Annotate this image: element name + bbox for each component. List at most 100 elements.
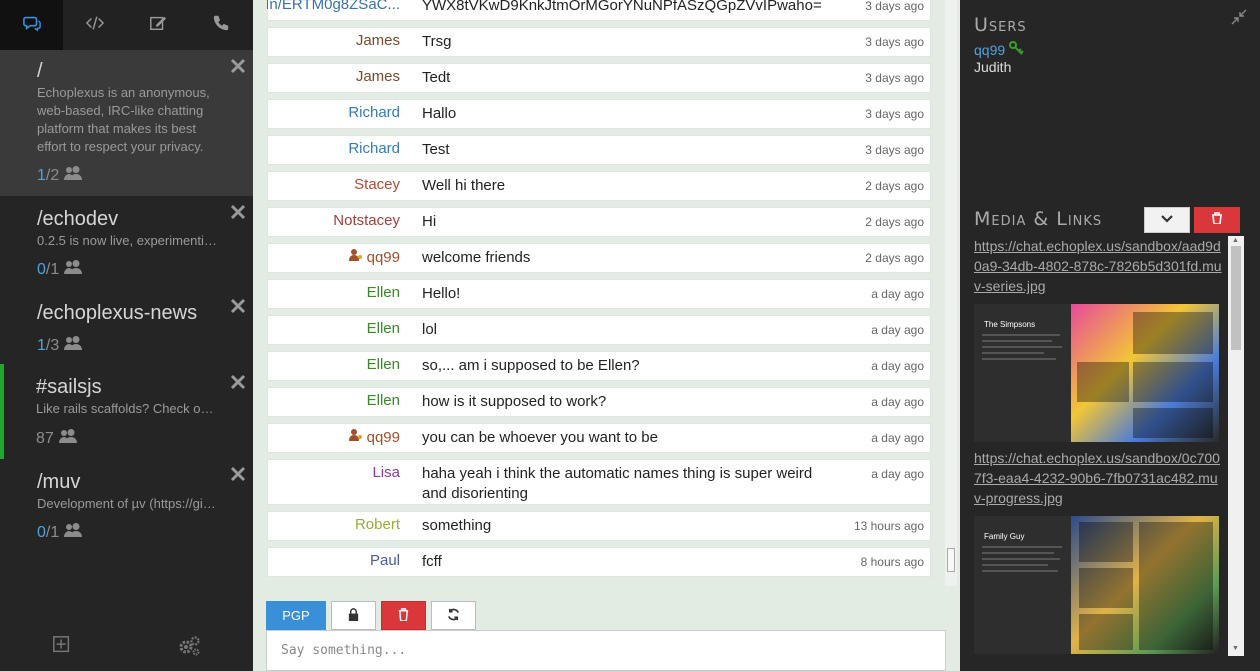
message-nick[interactable]: Ellen bbox=[367, 356, 400, 373]
message-row: qq99 welcome friends 2 days ago bbox=[267, 243, 931, 273]
lock-button[interactable] bbox=[331, 601, 376, 630]
user-item[interactable]: Judith bbox=[974, 59, 1011, 75]
channel-name: / bbox=[37, 60, 43, 82]
close-icon[interactable] bbox=[229, 373, 247, 391]
close-icon[interactable] bbox=[229, 465, 247, 483]
key-icon bbox=[1009, 41, 1025, 58]
media-link[interactable]: https://chat.echoplex.us/sandbox/0c7007f… bbox=[974, 448, 1222, 508]
refresh-button[interactable] bbox=[431, 601, 476, 630]
collapse-icon[interactable] bbox=[1231, 9, 1247, 25]
edit-icon bbox=[149, 14, 167, 37]
channel-sidebar: / Echoplexus is an anonymous, web-based,… bbox=[0, 0, 253, 671]
clear-button[interactable] bbox=[381, 601, 426, 630]
users-icon bbox=[58, 429, 77, 448]
media-thumbnail[interactable]: The Simpsons bbox=[974, 304, 1219, 442]
phone-icon bbox=[212, 14, 230, 37]
nav-edit-button[interactable] bbox=[126, 0, 189, 50]
message-timestamp: a day ago bbox=[871, 287, 924, 301]
channel-item-echodev[interactable]: /echodev 0.2.5 is now live, experimentin… bbox=[0, 196, 253, 284]
message-text: Hallo bbox=[422, 105, 457, 122]
message-nick[interactable]: Robert bbox=[355, 516, 400, 533]
channel-user-count: 1/3 bbox=[37, 336, 83, 355]
channel-item-sailsjs[interactable]: #sailsjs Like rails scaffolds? Check out… bbox=[0, 364, 253, 459]
message-text: Hi bbox=[422, 213, 437, 230]
message-text: Trsg bbox=[422, 33, 452, 50]
channel-user-count: 87 bbox=[36, 429, 77, 448]
message-input[interactable]: Say something... bbox=[266, 630, 946, 671]
users-title: Users bbox=[974, 14, 1027, 36]
close-icon[interactable] bbox=[229, 203, 247, 221]
media-toggle-button[interactable] bbox=[1144, 207, 1190, 233]
message-timestamp: 3 days ago bbox=[865, 107, 924, 121]
users-icon bbox=[64, 166, 83, 185]
message-nick[interactable]: Stacey bbox=[354, 176, 400, 193]
channel-name: /muv bbox=[37, 471, 81, 493]
trash-icon bbox=[1211, 211, 1223, 229]
nav-phone-button[interactable] bbox=[189, 0, 252, 50]
message-text: welcome friends bbox=[422, 249, 531, 266]
message-scrollbar[interactable] bbox=[945, 0, 957, 586]
chat-area: In/ERTM0g8ZSaC... YWX8tVKwD9KnkJtmOrMGorY… bbox=[253, 0, 960, 671]
message-text: YWX8tVKwD9KnkJtmOrMGorYNuNPfASzQGpZVvIPw… bbox=[422, 0, 822, 14]
message-list[interactable]: In/ERTM0g8ZSaC... YWX8tVKwD9KnkJtmOrMGorY… bbox=[267, 0, 933, 586]
message-row: Ellen Hello! a day ago bbox=[267, 279, 931, 309]
message-nick[interactable]: Notstacey bbox=[333, 212, 400, 229]
media-scrollbar[interactable]: ▲ ▼ bbox=[1228, 236, 1244, 656]
message-nick[interactable]: Ellen bbox=[367, 320, 400, 337]
close-icon[interactable] bbox=[229, 57, 247, 75]
message-nick[interactable]: qq99 bbox=[348, 248, 400, 266]
message-nick[interactable]: Richard bbox=[348, 140, 400, 157]
message-timestamp: a day ago bbox=[871, 359, 924, 373]
message-nick[interactable]: Ellen bbox=[367, 284, 400, 301]
message-row: Paul fcff 8 hours ago bbox=[267, 547, 931, 577]
pgp-button[interactable]: PGP bbox=[266, 601, 326, 630]
message-timestamp: a day ago bbox=[871, 395, 924, 409]
message-timestamp: 3 days ago bbox=[865, 71, 924, 85]
message-row: Richard Test 3 days ago bbox=[267, 135, 931, 165]
message-row: Stacey Well hi there 2 days ago bbox=[267, 171, 931, 201]
channel-item-root[interactable]: / Echoplexus is an anonymous, web-based,… bbox=[0, 50, 253, 196]
nav-chat-button[interactable] bbox=[0, 0, 63, 50]
message-row: James Tedt 3 days ago bbox=[267, 63, 931, 93]
chat-icon bbox=[22, 14, 41, 37]
user-key-icon bbox=[348, 428, 363, 446]
message-row: Ellen so,... am i supposed to be Ellen? a … bbox=[267, 351, 931, 381]
message-timestamp: a day ago bbox=[871, 431, 924, 445]
media-link[interactable]: https://chat.echoplex.us/sandbox/aad9d0a… bbox=[974, 236, 1222, 296]
media-thumbnail[interactable]: Family Guy bbox=[974, 516, 1219, 654]
channel-description: 0.2.5 is now live, experimenting with ne… bbox=[37, 233, 217, 248]
message-text: Well hi there bbox=[422, 177, 506, 194]
channel-name: /echoplexus-news bbox=[37, 302, 198, 324]
media-clear-button[interactable] bbox=[1194, 207, 1240, 233]
channel-user-count: 0/1 bbox=[37, 523, 83, 542]
message-nick[interactable]: In/ERTM0g8ZSaC... bbox=[267, 0, 400, 13]
channel-item-echoplexus-news[interactable]: /echoplexus-news 1/3 bbox=[0, 284, 253, 364]
settings-gears-icon[interactable] bbox=[177, 635, 200, 657]
user-item[interactable]: qq99 bbox=[974, 41, 1025, 58]
message-timestamp: 3 days ago bbox=[865, 35, 924, 49]
message-text: fcff bbox=[422, 553, 442, 570]
message-text: Hello! bbox=[422, 285, 461, 302]
channel-description: Echoplexus is an anonymous, web-based, I… bbox=[37, 85, 210, 154]
message-nick[interactable]: qq99 bbox=[348, 428, 400, 446]
message-nick[interactable]: Ellen bbox=[367, 392, 400, 409]
message-text: haha yeah i think the automatic names th… bbox=[422, 465, 813, 502]
message-text: how is it supposed to work? bbox=[422, 393, 607, 410]
message-text: so,... am i supposed to be Ellen? bbox=[422, 357, 640, 374]
channel-item-muv[interactable]: /muv Development of µv (https://github.c… bbox=[0, 459, 253, 549]
sidebar-footer bbox=[0, 620, 253, 671]
message-nick[interactable]: James bbox=[356, 68, 400, 85]
media-list: https://chat.echoplex.us/sandbox/aad9d0a… bbox=[974, 236, 1222, 656]
message-nick[interactable]: Lisa bbox=[372, 464, 400, 481]
message-nick[interactable]: Paul bbox=[370, 552, 400, 569]
message-nick[interactable]: James bbox=[356, 32, 400, 49]
add-channel-icon[interactable] bbox=[52, 635, 74, 657]
message-timestamp: 2 days ago bbox=[865, 179, 924, 193]
message-text: you can be whoever you want to be bbox=[422, 429, 658, 446]
channel-user-count: 1/2 bbox=[37, 166, 83, 185]
nav-code-button[interactable] bbox=[63, 0, 126, 50]
close-icon[interactable] bbox=[229, 297, 247, 315]
message-nick[interactable]: Richard bbox=[348, 104, 400, 121]
chat-toolbar: PGP bbox=[266, 601, 476, 630]
message-timestamp: a day ago bbox=[871, 323, 924, 337]
